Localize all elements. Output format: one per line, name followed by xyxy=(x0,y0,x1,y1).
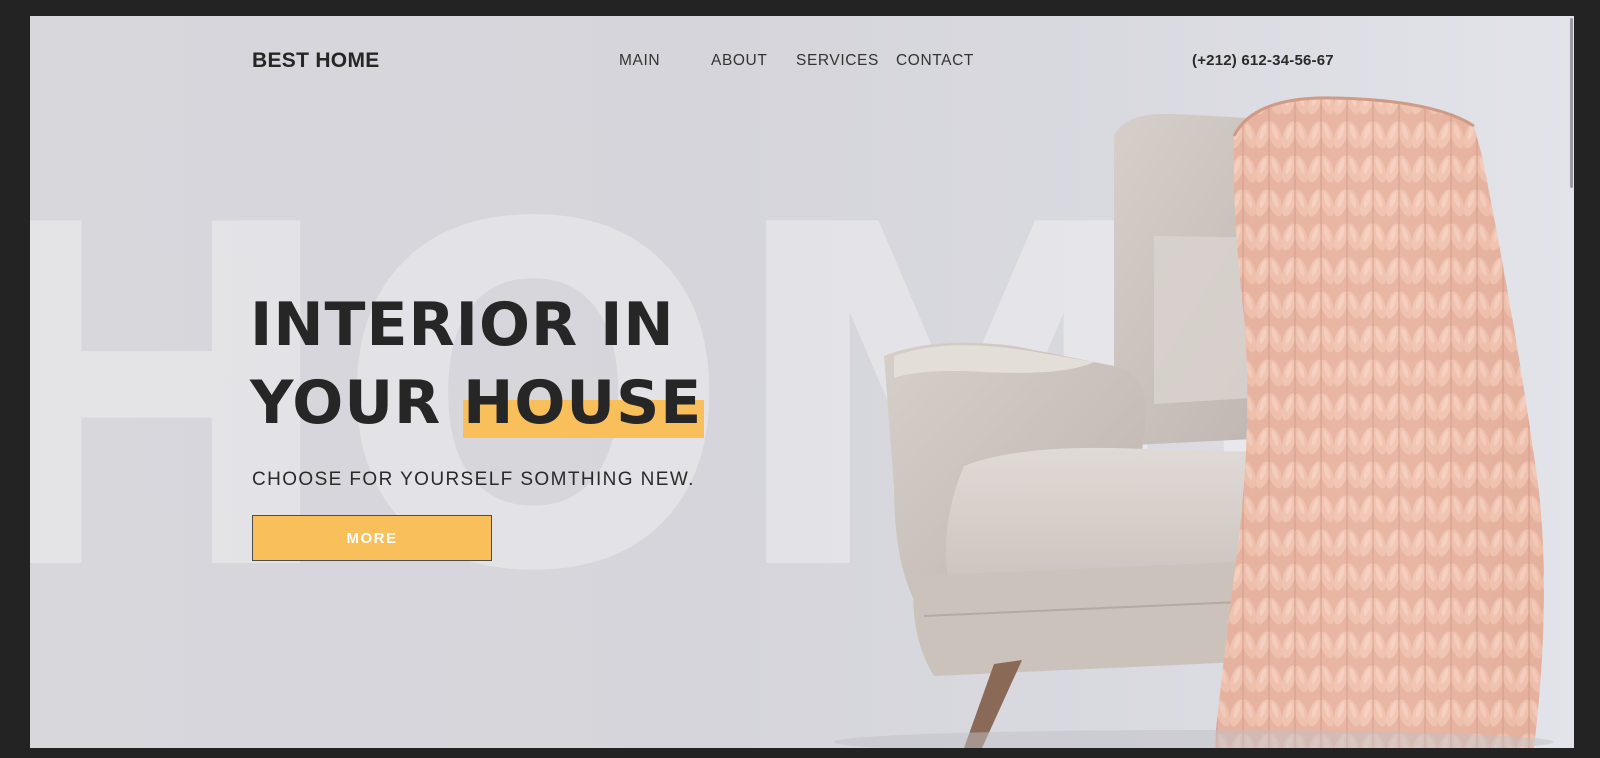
site-header: BEST HOME MAIN ABOUT SERVICES CONTACT (+… xyxy=(30,46,1574,76)
nav-item-services[interactable]: SERVICES xyxy=(796,52,879,70)
scrollbar-thumb[interactable] xyxy=(1570,18,1573,188)
page-viewport: HOME BEST HOME MAIN ABOUT SERVICES CONTA… xyxy=(30,16,1574,748)
hero-title-line-1: INTERIOR IN xyxy=(250,290,675,360)
hero-title-highlight-word: HOUSE xyxy=(463,364,705,442)
highlight-text: HOUSE xyxy=(463,368,703,438)
brand-logo[interactable]: BEST HOME xyxy=(252,49,380,73)
nav-item-contact[interactable]: CONTACT xyxy=(896,52,974,70)
hero-title: INTERIOR IN YOUR HOUSE xyxy=(250,286,705,442)
hero-image-armchair xyxy=(814,16,1574,748)
hero-title-plain-word: YOUR xyxy=(250,368,464,438)
more-button[interactable]: MORE xyxy=(252,515,492,561)
scrollbar[interactable] xyxy=(1568,16,1574,748)
hero-title-line-2: YOUR HOUSE xyxy=(250,364,705,442)
nav-item-main[interactable]: MAIN xyxy=(619,52,660,70)
phone-number[interactable]: (+212) 612-34-56-67 xyxy=(1192,52,1334,69)
nav-item-about[interactable]: ABOUT xyxy=(711,52,767,70)
hero-subtitle: CHOOSE FOR YOURSELF SOMTHING NEW. xyxy=(252,469,695,490)
